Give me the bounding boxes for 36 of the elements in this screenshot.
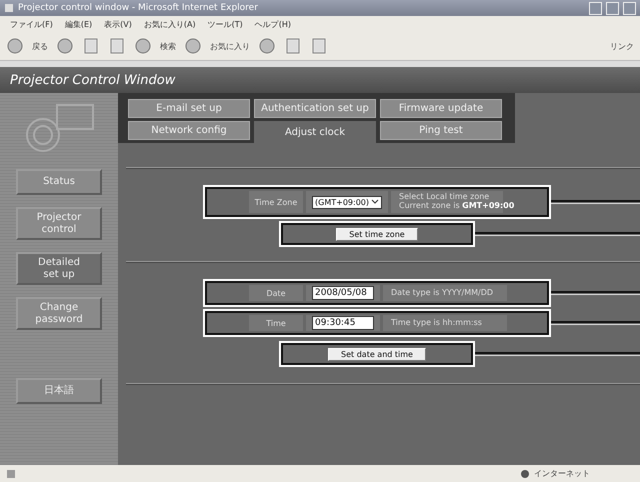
maximize-button[interactable] [606,2,619,14]
caret-icon [371,198,379,206]
hint-text: Select Local time zone [399,193,490,202]
set-date-time-button[interactable]: Set date and time [328,348,426,360]
app-icon [4,3,14,13]
field-label: Date [249,285,303,301]
zone-label: インターネット [534,468,590,479]
menu-item[interactable]: 編集(E) [64,18,92,30]
links-label[interactable]: リンク [610,40,634,52]
page-header: Projector Control Window [10,72,176,88]
tab[interactable]: Adjust clock [254,121,376,143]
time-zone-dropdown[interactable]: (GMT+09:00) [312,196,382,208]
minimize-button[interactable] [589,2,602,14]
field-label: Time Zone [249,191,303,213]
field-label: Time [249,315,303,331]
page-icon [6,468,16,478]
back-button[interactable]: 戻る [32,40,48,52]
menu-item[interactable]: ファイル(F) [10,18,53,30]
menu-item[interactable]: お気に入り(A) [144,18,196,30]
close-button[interactable] [623,2,636,14]
input-field[interactable]: 2008/05/08 [312,286,374,300]
input-field[interactable]: 09:30:45 [312,316,374,330]
sidebar-button[interactable]: Detailed set up [16,252,102,285]
hint-text: Current zone is GMT+09:00 [399,202,514,211]
menu-item[interactable]: ツール(T) [208,18,243,30]
menu-item[interactable]: 表示(V) [104,18,132,30]
search-button[interactable]: 検索 [160,40,176,52]
page-icon[interactable] [108,37,126,55]
favorites-button[interactable]: お気に入り [210,40,250,52]
set-time-zone-button[interactable]: Set time zone [336,228,418,240]
page-icon[interactable] [82,37,100,55]
hint-text: Time type is hh:mm:ss [391,318,482,328]
hint-text: Date type is YYYY/MM/DD [391,288,494,298]
globe-icon [520,468,530,478]
window-title: Projector control window - Microsoft Internet Explorer [18,3,259,13]
menu-item[interactable]: ヘルプ(H) [254,18,291,30]
